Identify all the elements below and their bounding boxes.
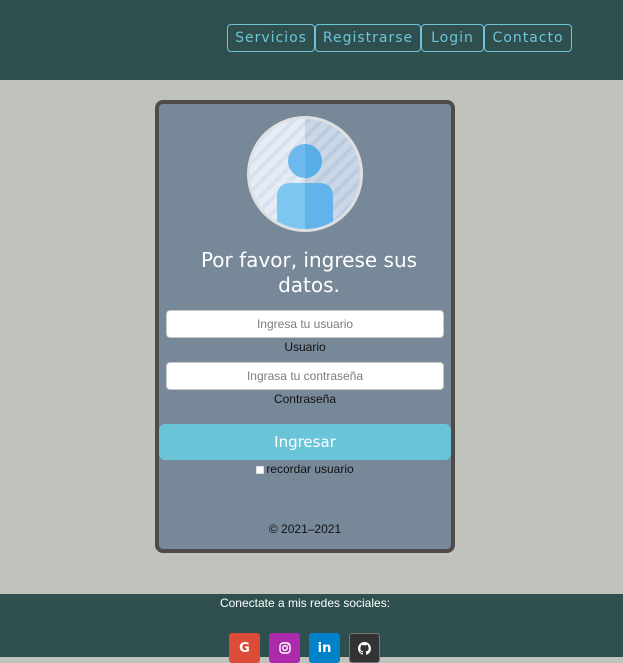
remember-label: recordar usuario	[266, 462, 354, 476]
nav-contacto-link[interactable]: Contacto	[484, 24, 572, 52]
username-input[interactable]	[166, 310, 444, 338]
linkedin-icon[interactable]: in	[309, 633, 340, 663]
user-avatar-icon	[247, 116, 363, 232]
social-links: G in	[229, 633, 389, 663]
github-icon[interactable]	[349, 633, 380, 663]
remember-user[interactable]: recordar usuario	[159, 462, 451, 476]
footer-social-text: Conectate a mis redes sociales:	[219, 596, 391, 610]
ingresar-button[interactable]: Ingresar	[159, 424, 451, 460]
instagram-icon[interactable]	[269, 633, 300, 663]
nav-registrarse-link[interactable]: Registrarse	[315, 24, 421, 52]
password-label: Contraseña	[273, 392, 337, 406]
google-icon[interactable]: G	[229, 633, 260, 663]
main-nav: Servicios Registrarse Login Contacto	[227, 24, 572, 52]
instagram-glyph	[278, 642, 291, 654]
password-input[interactable]	[166, 362, 444, 390]
copyright-text: © 2021–2021	[268, 522, 342, 536]
username-label: Usuario	[284, 340, 326, 354]
nav-login-link[interactable]: Login	[421, 24, 484, 52]
github-glyph	[358, 641, 371, 655]
nav-servicios-link[interactable]: Servicios	[227, 24, 315, 52]
login-title: Por favor, ingrese sus datos.	[200, 248, 418, 297]
header: Servicios Registrarse Login Contacto	[0, 0, 623, 80]
login-card: Por favor, ingrese sus datos. Usuario Co…	[155, 100, 455, 553]
remember-checkbox[interactable]	[256, 465, 265, 474]
footer: Conectate a mis redes sociales: G in	[0, 594, 623, 663]
